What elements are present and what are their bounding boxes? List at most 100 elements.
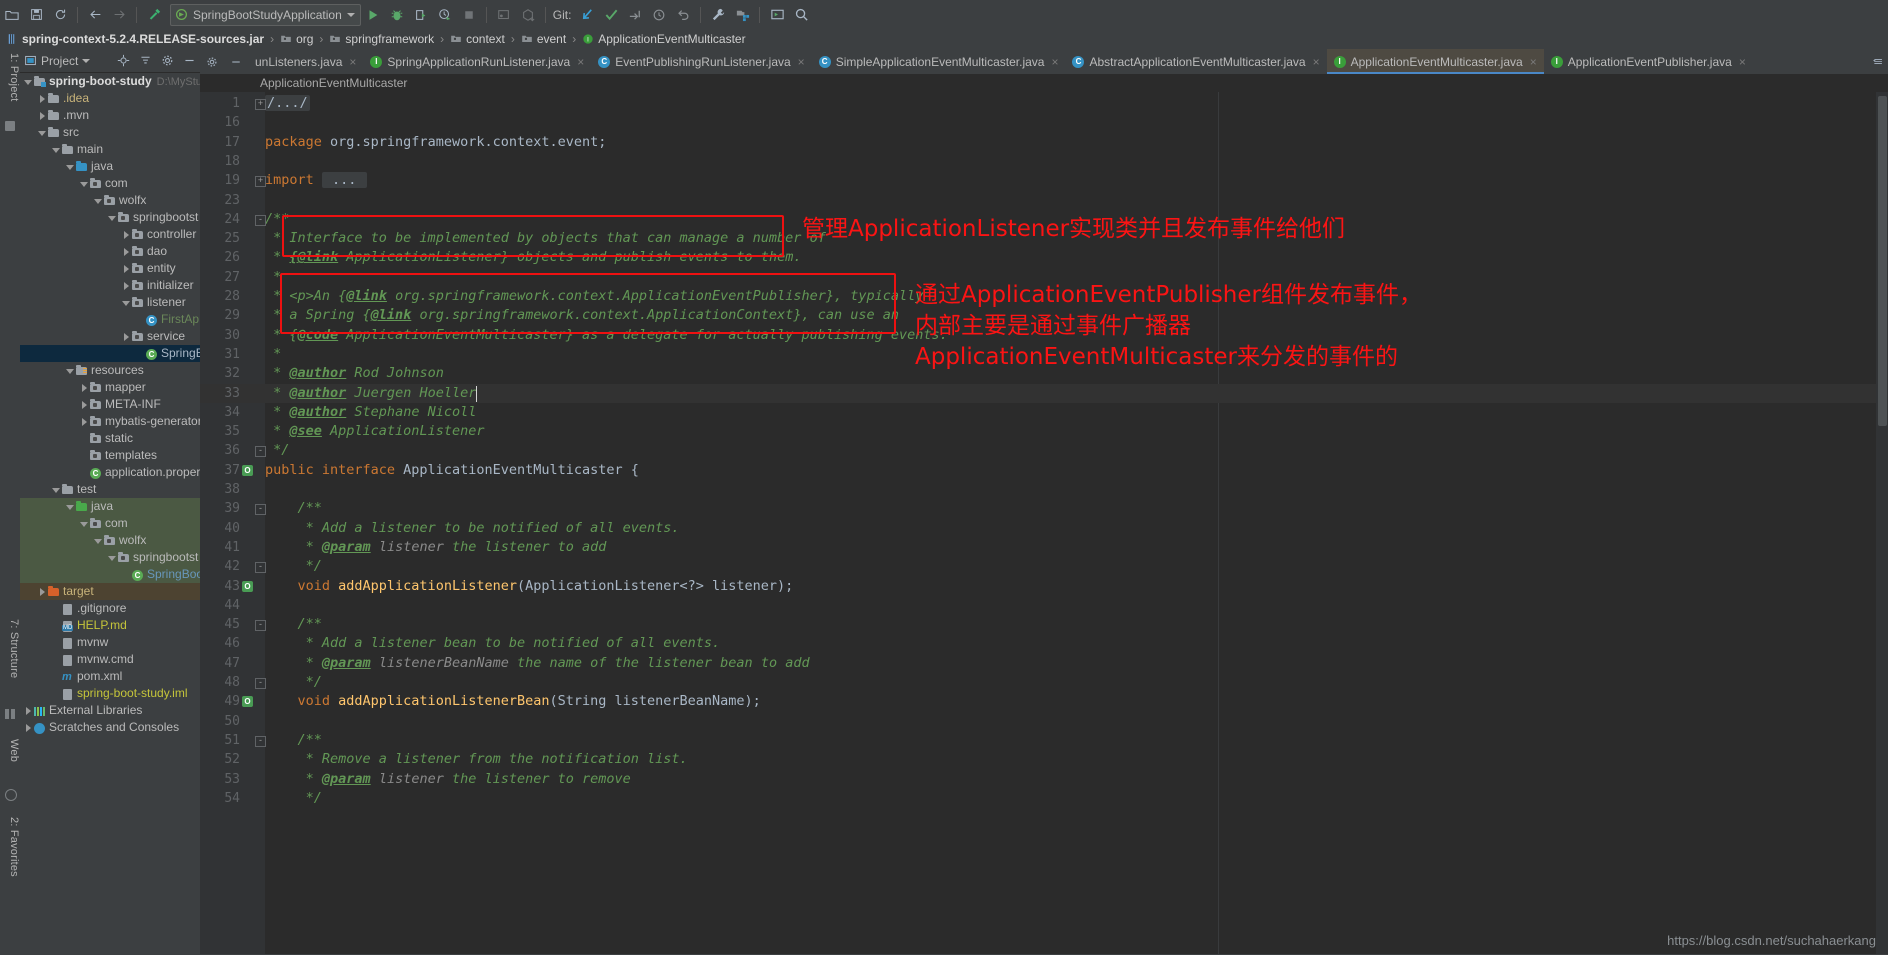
git-history-clock-icon[interactable] [647, 4, 671, 26]
project-tree[interactable]: spring-boot-study D:\MyStudy .idea .mvn src m… [20, 73, 200, 955]
close-icon[interactable]: × [577, 55, 584, 69]
implemented-icon[interactable]: O [242, 696, 253, 708]
profile-icon[interactable] [433, 4, 457, 26]
editor-tab-applicationeventpublisher-java[interactable]: I ApplicationEventPublisher.java × [1544, 49, 1753, 74]
tree-item-java[interactable]: java [20, 498, 200, 515]
chevron-right-icon[interactable] [38, 587, 47, 596]
tree-item-listener[interactable]: listener [20, 294, 200, 311]
update-project-icon[interactable] [492, 4, 516, 26]
chevron-right-icon[interactable] [122, 332, 131, 341]
tree-item-scratches-and-consoles[interactable]: Scratches and Consoles [20, 719, 200, 736]
chevron-down-icon[interactable] [94, 196, 103, 205]
editor-tab-springapplicationrunlistener-java[interactable]: I SpringApplicationRunListener.java × [363, 49, 591, 74]
chevron-down-icon[interactable] [24, 77, 33, 86]
breadcrumb-item-4[interactable]: event [521, 32, 566, 46]
tree-item-com[interactable]: com [20, 175, 200, 192]
chevron-down-icon[interactable] [108, 553, 117, 562]
run-configuration-selector[interactable]: SpringBootStudyApplication [170, 3, 361, 26]
search-icon[interactable] [789, 4, 813, 26]
minimize-icon[interactable] [183, 54, 196, 67]
chevron-right-icon[interactable] [122, 264, 131, 273]
tree-item-springbootst[interactable]: springbootst [20, 549, 200, 566]
git-push-icon[interactable] [623, 4, 647, 26]
chevron-down-icon[interactable] [80, 179, 89, 188]
fold-expand-icon[interactable]: + [255, 171, 266, 190]
tree-item-application-propert[interactable]: Capplication.propert [20, 464, 200, 481]
tree-item-test[interactable]: test [20, 481, 200, 498]
fold-collapse-icon[interactable]: - [255, 210, 266, 229]
tree-item-help-md[interactable]: MD HELP.md [20, 617, 200, 634]
tree-item-wolfx[interactable]: wolfx [20, 192, 200, 209]
open-folder-icon[interactable] [0, 4, 24, 26]
fold-collapse-icon[interactable]: - [255, 615, 266, 634]
fold-expand-icon[interactable]: + [255, 94, 266, 113]
tree-item-springbootst[interactable]: springbootst [20, 209, 200, 226]
run-icon[interactable] [361, 4, 385, 26]
tab-list-icon[interactable] [1868, 49, 1888, 74]
tree-item--idea[interactable]: .idea [20, 90, 200, 107]
close-icon[interactable]: × [1051, 55, 1058, 69]
chevron-down-icon[interactable] [52, 145, 61, 154]
breadcrumb-item-2[interactable]: springframework [329, 32, 434, 46]
tree-item-pom-xml[interactable]: m pom.xml [20, 668, 200, 685]
chevron-down-icon[interactable] [108, 213, 117, 222]
build-hammer-icon[interactable] [142, 4, 166, 26]
fold-collapse-icon[interactable]: - [255, 731, 266, 750]
rail-item-web[interactable]: Web [0, 739, 20, 762]
editor-scrollbar[interactable] [1876, 92, 1888, 954]
fold-collapse-icon[interactable]: - [255, 441, 266, 460]
tree-item-firstap[interactable]: C FirstAp [20, 311, 200, 328]
tree-item--gitignore[interactable]: .gitignore [20, 600, 200, 617]
tree-item-service[interactable]: service [20, 328, 200, 345]
tree-item-static[interactable]: static [20, 430, 200, 447]
close-icon[interactable]: × [1530, 55, 1537, 69]
breadcrumb-item-1[interactable]: org [280, 32, 313, 46]
chevron-down-icon[interactable] [66, 366, 75, 375]
editor-tab-eventpublishingrunlistener-java[interactable]: C EventPublishingRunListener.java × [591, 49, 811, 74]
tabs-gear-icon[interactable] [200, 49, 224, 74]
editor-tab-abstractapplicationeventmulticaster-java[interactable]: C AbstractApplicationEventMulticaster.jav… [1065, 49, 1326, 74]
tree-item-controller[interactable]: controller [20, 226, 200, 243]
run-with-coverage-icon[interactable] [409, 4, 433, 26]
gear-icon[interactable] [161, 54, 174, 67]
tree-item-external-libraries[interactable]: External Libraries [20, 702, 200, 719]
tree-item-meta-inf[interactable]: META-INF [20, 396, 200, 413]
rail-item-project[interactable]: 1: Project [0, 53, 20, 101]
fold-collapse-icon[interactable]: - [255, 557, 266, 576]
scrollbar-thumb[interactable] [1878, 96, 1887, 426]
chevron-right-icon[interactable] [38, 111, 47, 120]
project-chevron-down-icon[interactable] [82, 58, 91, 63]
chevron-right-icon[interactable] [122, 247, 131, 256]
editor-tab-simpleapplicationeventmulticaster-java[interactable]: C SimpleApplicationEventMulticaster.java × [812, 49, 1066, 74]
fold-collapse-icon[interactable]: - [255, 673, 266, 692]
save-all-icon[interactable] [24, 4, 48, 26]
chevron-down-icon[interactable] [94, 536, 103, 545]
debug-icon[interactable] [385, 4, 409, 26]
tree-item-springboo[interactable]: CSpringBoo [20, 566, 200, 583]
tree-item-entity[interactable]: entity [20, 260, 200, 277]
chevron-right-icon[interactable] [122, 281, 131, 290]
tree-item-springboo[interactable]: CSpringBoo [20, 345, 200, 362]
tabs-minimize-icon[interactable] [224, 49, 248, 74]
editor-tab-applicationeventmulticaster-java[interactable]: I ApplicationEventMulticaster.java × [1326, 49, 1544, 74]
settings-wrench-icon[interactable] [706, 4, 730, 26]
tree-item-mybatis-generator[interactable]: mybatis-generator [20, 413, 200, 430]
implemented-icon[interactable]: O [242, 580, 253, 592]
git-update-icon[interactable] [575, 4, 599, 26]
chevron-down-icon[interactable] [80, 519, 89, 528]
fold-collapse-icon[interactable]: - [255, 499, 266, 518]
tree-item-mvnw[interactable]: mvnw [20, 634, 200, 651]
close-icon[interactable]: × [1739, 55, 1746, 69]
rail-item-structure[interactable]: 7: Structure [0, 619, 20, 678]
commit-icon[interactable] [516, 4, 540, 26]
breadcrumb-item-3[interactable]: context [450, 32, 505, 46]
chevron-down-icon[interactable] [66, 162, 75, 171]
git-rollback-icon[interactable] [671, 4, 695, 26]
back-arrow-icon[interactable] [83, 4, 107, 26]
tree-item-mvnw-cmd[interactable]: mvnw.cmd [20, 651, 200, 668]
chevron-down-icon[interactable] [346, 12, 355, 17]
chevron-down-icon[interactable] [52, 485, 61, 494]
project-structure-icon[interactable] [730, 4, 754, 26]
tree-item-spring-boot-study[interactable]: spring-boot-study D:\MyStudy [20, 73, 200, 90]
tree-item-target[interactable]: target [20, 583, 200, 600]
